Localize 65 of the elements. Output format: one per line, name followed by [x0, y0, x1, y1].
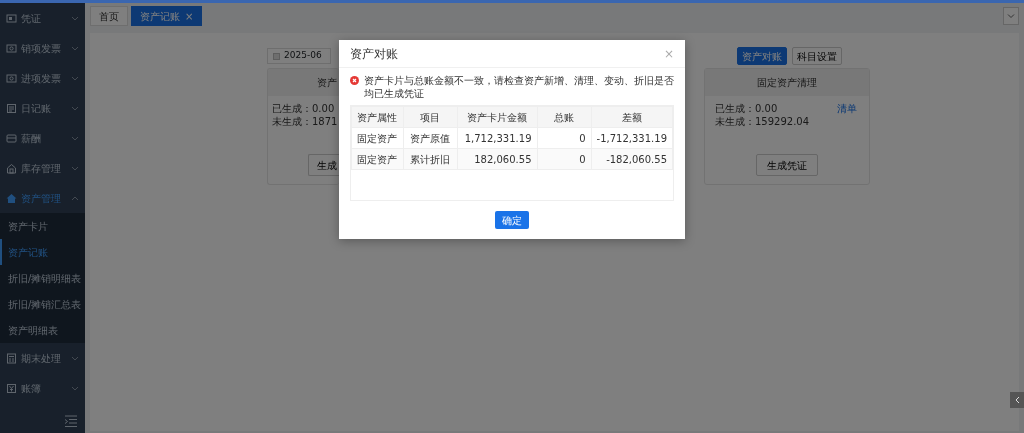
- column-header: 差额: [591, 106, 673, 128]
- card-icon: [6, 12, 17, 24]
- list-icon: [6, 102, 17, 114]
- submenu-item[interactable]: 资产明细表: [0, 317, 85, 343]
- table-cell: 0: [537, 127, 592, 149]
- chevron-down-icon: [71, 74, 79, 82]
- date-picker[interactable]: 2025-06: [267, 48, 331, 64]
- generate-voucher-button[interactable]: 生成凭证: [756, 154, 818, 176]
- column-header: 资产属性: [351, 106, 404, 128]
- ticket-icon: [6, 72, 17, 84]
- amount-text: 已生成：0.00: [715, 102, 778, 115]
- calculator-icon: [6, 352, 17, 364]
- reconcile-button[interactable]: 资产对账: [737, 47, 787, 65]
- table-cell: -1,712,331.19: [591, 127, 673, 149]
- menu-collapse-icon[interactable]: [65, 415, 77, 428]
- amount-text: 未生成：159292.04: [715, 115, 810, 128]
- submenu-item[interactable]: 资产卡片: [0, 213, 85, 239]
- chevron-down-icon: [71, 384, 79, 392]
- generate-voucher-button[interactable]: 生成: [308, 154, 339, 176]
- yen-icon: [6, 382, 17, 394]
- confirm-button[interactable]: 确定: [495, 211, 529, 229]
- wallet-icon: [6, 132, 17, 144]
- table-cell: 0: [537, 148, 592, 170]
- dialog-title: 资产对账: [350, 45, 398, 63]
- close-tab-button[interactable]: ×: [185, 8, 194, 24]
- chevron-down-icon: [71, 134, 79, 142]
- table-cell: -182,060.55: [591, 148, 673, 170]
- chevron-down-icon: [71, 14, 79, 22]
- tab[interactable]: 首页: [90, 6, 128, 26]
- tab[interactable]: 资产记账 ×: [131, 6, 203, 26]
- error-message: 资产卡片与总账金额不一致，请检查资产新增、清理、变动、折旧是否均已生成凭证: [364, 74, 674, 100]
- chevron-down-icon: [71, 104, 79, 112]
- chevron-down-icon: [71, 354, 79, 362]
- sidebar-item[interactable]: 薪酬: [0, 123, 85, 153]
- dropdown-button[interactable]: [1003, 7, 1019, 25]
- list-link[interactable]: 清单: [837, 102, 857, 115]
- chevron-down-icon: [71, 164, 79, 172]
- sidebar-item[interactable]: 资产管理: [0, 183, 85, 213]
- sidebar-item[interactable]: 账簿: [0, 373, 85, 403]
- building-icon: [6, 162, 17, 174]
- chevron-down-icon: [71, 44, 79, 52]
- close-button[interactable]: ×: [663, 44, 674, 63]
- column-header: 资产卡片金额: [457, 106, 537, 128]
- collapse-button[interactable]: [1010, 392, 1024, 408]
- table-cell: 1,712,331.19: [457, 127, 537, 149]
- settings-button[interactable]: 科目设置: [792, 47, 842, 65]
- amount-text: 未生成：1871: [272, 115, 338, 128]
- chevron-down-icon: [1007, 13, 1015, 19]
- submenu-item[interactable]: 折旧/摊销明细表: [0, 265, 85, 291]
- calendar-icon: [273, 52, 280, 60]
- chevron-up-icon: [71, 194, 79, 202]
- error-icon: [350, 76, 359, 85]
- column-header: 项目: [403, 106, 458, 128]
- chevron-left-icon: [1013, 396, 1021, 404]
- card-title: 固定资产清理: [757, 76, 817, 90]
- table-cell: 固定资产: [351, 127, 404, 149]
- column-header: 总账: [537, 106, 592, 128]
- table-cell: 182,060.55: [457, 148, 537, 170]
- amount-text: 已生成：0.00: [272, 102, 335, 115]
- card-title: 资产: [317, 76, 337, 90]
- home-icon: [6, 192, 17, 204]
- table-cell: 累计折旧: [403, 148, 458, 170]
- ticket-icon: [6, 42, 17, 54]
- table-cell: 固定资产: [351, 148, 404, 170]
- table-cell: 资产原值: [403, 127, 458, 149]
